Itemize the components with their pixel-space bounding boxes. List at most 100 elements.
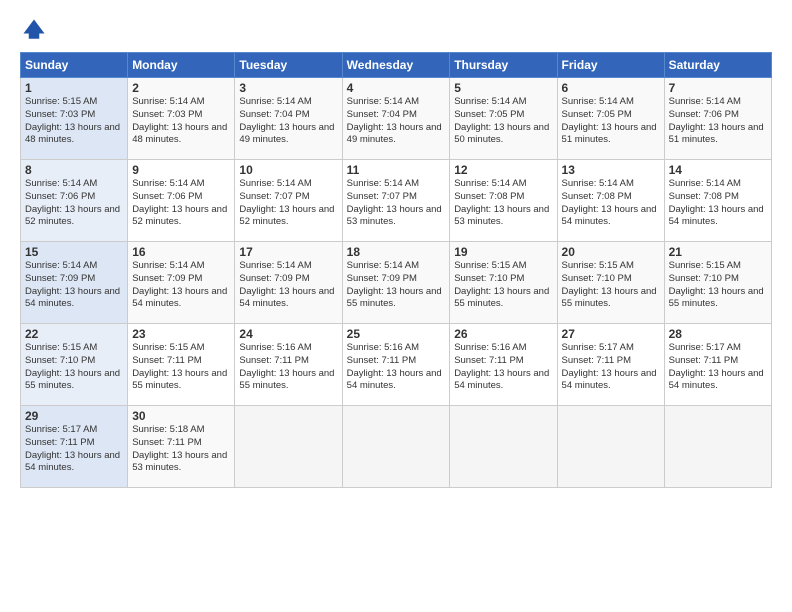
day-number: 7: [669, 81, 767, 95]
day-number: 2: [132, 81, 230, 95]
calendar-cell: 20Sunrise: 5:15 AMSunset: 7:10 PMDayligh…: [557, 242, 664, 324]
col-header-sunday: Sunday: [21, 53, 128, 78]
day-number: 23: [132, 327, 230, 341]
day-info: Sunrise: 5:14 AMSunset: 7:06 PMDaylight:…: [132, 178, 227, 227]
day-number: 30: [132, 409, 230, 423]
week-row-3: 15Sunrise: 5:14 AMSunset: 7:09 PMDayligh…: [21, 242, 772, 324]
col-header-tuesday: Tuesday: [235, 53, 342, 78]
day-info: Sunrise: 5:14 AMSunset: 7:05 PMDaylight:…: [562, 96, 657, 145]
day-info: Sunrise: 5:14 AMSunset: 7:07 PMDaylight:…: [239, 178, 334, 227]
calendar-cell: 4Sunrise: 5:14 AMSunset: 7:04 PMDaylight…: [342, 78, 450, 160]
day-info: Sunrise: 5:14 AMSunset: 7:09 PMDaylight:…: [132, 260, 227, 309]
day-info: Sunrise: 5:14 AMSunset: 7:09 PMDaylight:…: [25, 260, 120, 309]
day-info: Sunrise: 5:15 AMSunset: 7:10 PMDaylight:…: [25, 342, 120, 391]
calendar-cell: 18Sunrise: 5:14 AMSunset: 7:09 PMDayligh…: [342, 242, 450, 324]
day-info: Sunrise: 5:17 AMSunset: 7:11 PMDaylight:…: [562, 342, 657, 391]
calendar-cell: 6Sunrise: 5:14 AMSunset: 7:05 PMDaylight…: [557, 78, 664, 160]
day-info: Sunrise: 5:15 AMSunset: 7:03 PMDaylight:…: [25, 96, 120, 145]
header: [20, 16, 772, 44]
calendar-cell: 27Sunrise: 5:17 AMSunset: 7:11 PMDayligh…: [557, 324, 664, 406]
calendar-cell: 23Sunrise: 5:15 AMSunset: 7:11 PMDayligh…: [128, 324, 235, 406]
day-info: Sunrise: 5:14 AMSunset: 7:04 PMDaylight:…: [239, 96, 334, 145]
day-number: 29: [25, 409, 123, 423]
calendar-cell: 5Sunrise: 5:14 AMSunset: 7:05 PMDaylight…: [450, 78, 557, 160]
day-info: Sunrise: 5:14 AMSunset: 7:06 PMDaylight:…: [669, 96, 764, 145]
logo-icon: [20, 16, 48, 44]
week-row-5: 29Sunrise: 5:17 AMSunset: 7:11 PMDayligh…: [21, 406, 772, 488]
calendar-cell: [664, 406, 771, 488]
week-row-1: 1Sunrise: 5:15 AMSunset: 7:03 PMDaylight…: [21, 78, 772, 160]
calendar-cell: 26Sunrise: 5:16 AMSunset: 7:11 PMDayligh…: [450, 324, 557, 406]
calendar-cell: 25Sunrise: 5:16 AMSunset: 7:11 PMDayligh…: [342, 324, 450, 406]
calendar-cell: 12Sunrise: 5:14 AMSunset: 7:08 PMDayligh…: [450, 160, 557, 242]
calendar: SundayMondayTuesdayWednesdayThursdayFrid…: [20, 52, 772, 488]
day-number: 1: [25, 81, 123, 95]
day-info: Sunrise: 5:16 AMSunset: 7:11 PMDaylight:…: [239, 342, 334, 391]
calendar-cell: 15Sunrise: 5:14 AMSunset: 7:09 PMDayligh…: [21, 242, 128, 324]
day-number: 13: [562, 163, 660, 177]
day-number: 3: [239, 81, 337, 95]
day-info: Sunrise: 5:14 AMSunset: 7:04 PMDaylight:…: [347, 96, 442, 145]
calendar-cell: 8Sunrise: 5:14 AMSunset: 7:06 PMDaylight…: [21, 160, 128, 242]
calendar-cell: 14Sunrise: 5:14 AMSunset: 7:08 PMDayligh…: [664, 160, 771, 242]
week-row-2: 8Sunrise: 5:14 AMSunset: 7:06 PMDaylight…: [21, 160, 772, 242]
day-info: Sunrise: 5:17 AMSunset: 7:11 PMDaylight:…: [25, 424, 120, 473]
calendar-cell: 1Sunrise: 5:15 AMSunset: 7:03 PMDaylight…: [21, 78, 128, 160]
day-number: 6: [562, 81, 660, 95]
day-info: Sunrise: 5:14 AMSunset: 7:06 PMDaylight:…: [25, 178, 120, 227]
calendar-cell: 11Sunrise: 5:14 AMSunset: 7:07 PMDayligh…: [342, 160, 450, 242]
day-info: Sunrise: 5:14 AMSunset: 7:08 PMDaylight:…: [562, 178, 657, 227]
day-info: Sunrise: 5:14 AMSunset: 7:08 PMDaylight:…: [669, 178, 764, 227]
calendar-header-row: SundayMondayTuesdayWednesdayThursdayFrid…: [21, 53, 772, 78]
calendar-body: 1Sunrise: 5:15 AMSunset: 7:03 PMDaylight…: [21, 78, 772, 488]
day-info: Sunrise: 5:16 AMSunset: 7:11 PMDaylight:…: [347, 342, 442, 391]
day-info: Sunrise: 5:14 AMSunset: 7:03 PMDaylight:…: [132, 96, 227, 145]
calendar-cell: 24Sunrise: 5:16 AMSunset: 7:11 PMDayligh…: [235, 324, 342, 406]
day-number: 8: [25, 163, 123, 177]
day-number: 14: [669, 163, 767, 177]
day-info: Sunrise: 5:18 AMSunset: 7:11 PMDaylight:…: [132, 424, 227, 473]
day-info: Sunrise: 5:15 AMSunset: 7:11 PMDaylight:…: [132, 342, 227, 391]
day-number: 27: [562, 327, 660, 341]
day-number: 4: [347, 81, 446, 95]
calendar-cell: 3Sunrise: 5:14 AMSunset: 7:04 PMDaylight…: [235, 78, 342, 160]
calendar-cell: [450, 406, 557, 488]
logo: [20, 16, 52, 44]
day-number: 20: [562, 245, 660, 259]
col-header-saturday: Saturday: [664, 53, 771, 78]
day-info: Sunrise: 5:15 AMSunset: 7:10 PMDaylight:…: [454, 260, 549, 309]
day-number: 5: [454, 81, 552, 95]
page: SundayMondayTuesdayWednesdayThursdayFrid…: [0, 0, 792, 498]
day-number: 21: [669, 245, 767, 259]
calendar-cell: 7Sunrise: 5:14 AMSunset: 7:06 PMDaylight…: [664, 78, 771, 160]
day-number: 24: [239, 327, 337, 341]
calendar-cell: [342, 406, 450, 488]
day-info: Sunrise: 5:16 AMSunset: 7:11 PMDaylight:…: [454, 342, 549, 391]
day-number: 25: [347, 327, 446, 341]
calendar-cell: 10Sunrise: 5:14 AMSunset: 7:07 PMDayligh…: [235, 160, 342, 242]
day-info: Sunrise: 5:14 AMSunset: 7:07 PMDaylight:…: [347, 178, 442, 227]
day-info: Sunrise: 5:15 AMSunset: 7:10 PMDaylight:…: [562, 260, 657, 309]
calendar-cell: 21Sunrise: 5:15 AMSunset: 7:10 PMDayligh…: [664, 242, 771, 324]
day-number: 10: [239, 163, 337, 177]
day-number: 19: [454, 245, 552, 259]
calendar-cell: 22Sunrise: 5:15 AMSunset: 7:10 PMDayligh…: [21, 324, 128, 406]
day-number: 26: [454, 327, 552, 341]
calendar-cell: [557, 406, 664, 488]
day-number: 11: [347, 163, 446, 177]
col-header-monday: Monday: [128, 53, 235, 78]
calendar-cell: 16Sunrise: 5:14 AMSunset: 7:09 PMDayligh…: [128, 242, 235, 324]
day-info: Sunrise: 5:14 AMSunset: 7:09 PMDaylight:…: [239, 260, 334, 309]
calendar-cell: 9Sunrise: 5:14 AMSunset: 7:06 PMDaylight…: [128, 160, 235, 242]
calendar-cell: 19Sunrise: 5:15 AMSunset: 7:10 PMDayligh…: [450, 242, 557, 324]
col-header-friday: Friday: [557, 53, 664, 78]
day-info: Sunrise: 5:15 AMSunset: 7:10 PMDaylight:…: [669, 260, 764, 309]
calendar-cell: 2Sunrise: 5:14 AMSunset: 7:03 PMDaylight…: [128, 78, 235, 160]
day-number: 15: [25, 245, 123, 259]
day-info: Sunrise: 5:14 AMSunset: 7:08 PMDaylight:…: [454, 178, 549, 227]
day-info: Sunrise: 5:14 AMSunset: 7:09 PMDaylight:…: [347, 260, 442, 309]
calendar-cell: [235, 406, 342, 488]
day-number: 18: [347, 245, 446, 259]
day-number: 28: [669, 327, 767, 341]
calendar-cell: 28Sunrise: 5:17 AMSunset: 7:11 PMDayligh…: [664, 324, 771, 406]
